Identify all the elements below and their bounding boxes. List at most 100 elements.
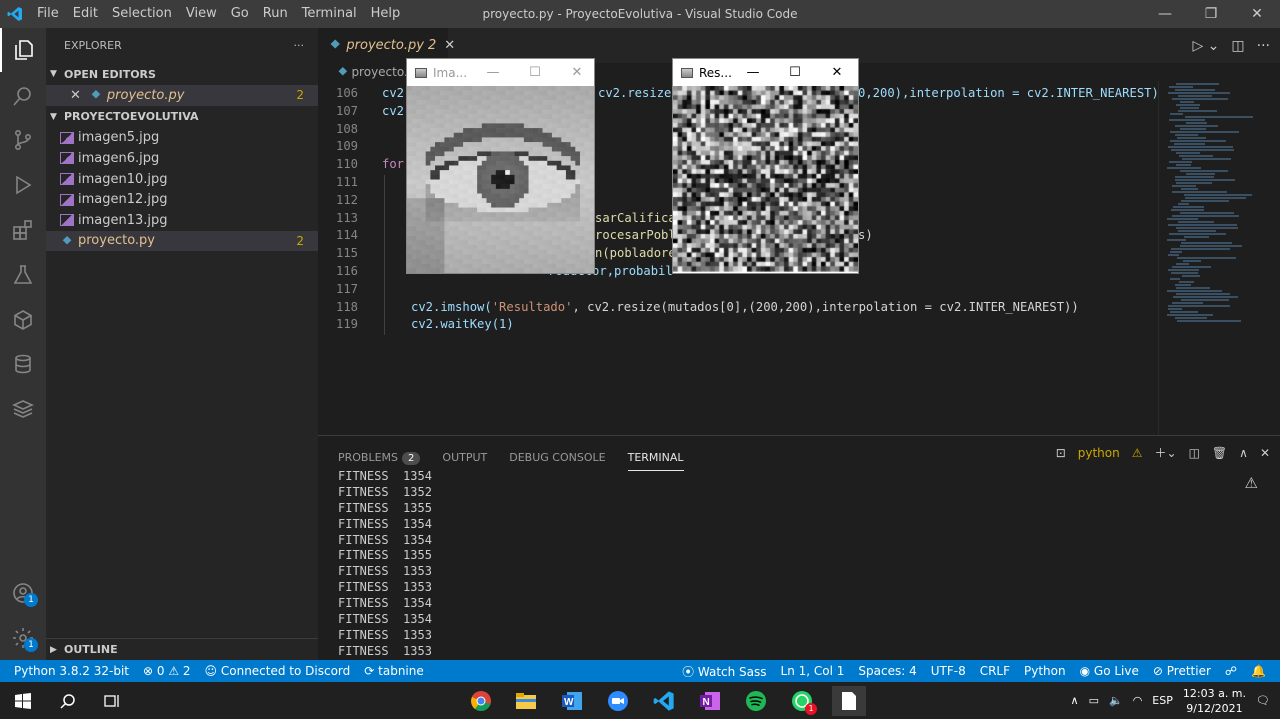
minimap-line (1172, 191, 1227, 193)
settings-gear-icon[interactable]: 1 (0, 616, 46, 660)
menu-terminal[interactable]: Terminal (295, 0, 364, 28)
menu-file[interactable]: File (30, 0, 66, 28)
close-button[interactable]: ✕ (1234, 0, 1280, 28)
explorer-more-icon[interactable]: ··· (294, 39, 305, 52)
image-window-close-button[interactable]: ✕ (556, 59, 598, 86)
whatsapp-icon[interactable]: 1 (787, 686, 817, 716)
source-control-icon[interactable] (0, 118, 46, 162)
maximize-panel-icon[interactable]: ∧ (1239, 446, 1248, 460)
terminal-name[interactable]: python (1078, 446, 1120, 460)
result-window[interactable]: Res... — ☐ ✕ (672, 58, 859, 274)
run-icon[interactable]: ▷ ⌄ (1192, 38, 1219, 54)
result-window-minimize-button[interactable]: — (732, 59, 774, 86)
chrome-icon[interactable] (466, 686, 496, 716)
more-icon[interactable]: ··· (1257, 38, 1270, 54)
windows-start-icon[interactable] (8, 686, 38, 716)
go-live[interactable]: ◉ Go Live (1080, 664, 1139, 678)
maximize-button[interactable]: ❐ (1188, 0, 1234, 28)
file-item[interactable]: imagen5.jpg (46, 128, 318, 149)
battery-icon[interactable]: ▭ (1089, 694, 1099, 707)
terminal-icon[interactable]: ⊡ (1056, 446, 1066, 460)
tab-problems[interactable]: PROBLEMS 2 (338, 451, 421, 465)
accounts-icon[interactable]: 1 (0, 571, 46, 615)
document-icon[interactable] (832, 686, 866, 716)
tray-expand-icon[interactable]: ∧ (1071, 694, 1079, 707)
menu-go[interactable]: Go (224, 0, 256, 28)
cursor-position[interactable]: Ln 1, Col 1 (781, 664, 845, 678)
split-editor-icon[interactable]: ◫ (1231, 38, 1244, 54)
menu-view[interactable]: View (179, 0, 224, 28)
file-item[interactable]: imagen6.jpg (46, 148, 318, 169)
files-icon[interactable] (0, 28, 46, 72)
minimap-line (1167, 239, 1186, 241)
outline-section[interactable]: ▶ OUTLINE (46, 638, 318, 660)
tab-debug-console[interactable]: DEBUG CONSOLE (509, 451, 605, 464)
spotify-icon[interactable] (741, 686, 771, 716)
image-window[interactable]: Ima... — ☐ ✕ (406, 58, 595, 274)
open-editors-section[interactable]: ▼ OPEN EDITORS (46, 63, 318, 85)
file-item-active[interactable]: ⯁ proyecto.py 2 (46, 230, 318, 252)
wifi-icon[interactable]: ◠ (1133, 694, 1143, 707)
tabnine-status[interactable]: ⟳ tabnine (364, 664, 423, 678)
tab-terminal[interactable]: TERMINAL (627, 451, 684, 471)
stack-icon[interactable] (0, 387, 46, 431)
task-view-icon[interactable] (97, 686, 127, 716)
notifications-icon[interactable]: 🔔 (1251, 664, 1266, 678)
vscode-icon[interactable] (649, 686, 679, 716)
feedback-icon[interactable]: ☍ (1225, 664, 1237, 678)
problems-status[interactable]: ⊗ 0 ⚠ 2 (143, 664, 191, 678)
word-icon[interactable]: W (557, 686, 587, 716)
minimize-button[interactable]: — (1142, 0, 1188, 28)
file-item[interactable]: imagen12.jpg (46, 189, 318, 210)
language-mode[interactable]: Python (1024, 664, 1066, 678)
menu-edit[interactable]: Edit (66, 0, 105, 28)
close-tab-icon[interactable]: ✕ (444, 38, 455, 53)
project-section[interactable]: ▼ PROYECTOEVOLUTIVA (46, 106, 318, 128)
discord-status[interactable]: ☺ Connected to Discord (205, 664, 351, 678)
search-icon[interactable] (0, 74, 46, 118)
clock-time: 12:03 a. m. (1182, 686, 1247, 700)
python-interpreter[interactable]: Python 3.8.2 32-bit (14, 664, 129, 678)
minimap-line (1175, 176, 1214, 178)
encoding[interactable]: UTF-8 (931, 664, 966, 678)
zoom-icon[interactable] (603, 686, 633, 716)
image-window-minimize-button[interactable]: — (472, 59, 514, 86)
database-icon[interactable] (0, 342, 46, 386)
volume-icon[interactable]: 🔈 (1109, 694, 1123, 707)
menu-help[interactable]: Help (364, 0, 408, 28)
prettier[interactable]: ⊘ Prettier (1153, 664, 1211, 678)
new-terminal-icon[interactable]: ＋⌄ (1155, 444, 1177, 461)
file-item[interactable]: imagen10.jpg (46, 169, 318, 190)
extensions-icon[interactable] (0, 208, 46, 252)
minimap-line (1175, 89, 1215, 91)
indentation[interactable]: Spaces: 4 (858, 664, 916, 678)
close-panel-icon[interactable]: ✕ (1260, 446, 1270, 460)
file-item[interactable]: imagen13.jpg (46, 210, 318, 231)
menu-selection[interactable]: Selection (105, 0, 179, 28)
result-window-maximize-button[interactable]: ☐ (774, 59, 816, 86)
line-ending[interactable]: CRLF (980, 664, 1010, 678)
file-explorer-icon[interactable] (511, 686, 541, 716)
minimap-line (1176, 263, 1189, 265)
close-editor-icon[interactable]: ✕ (70, 88, 81, 103)
run-debug-icon[interactable] (0, 163, 46, 207)
testing-icon[interactable] (0, 253, 46, 297)
terminal-output[interactable]: FITNESS 1354 FITNESS 1352 FITNESS 1355 FITN… (338, 469, 432, 660)
split-terminal-icon[interactable]: ◫ (1189, 446, 1200, 460)
watch-sass[interactable]: ⦿ Watch Sass (682, 663, 766, 680)
search-icon[interactable] (53, 686, 83, 716)
trash-icon[interactable]: 🗑 (1212, 446, 1227, 460)
remote-explorer-icon[interactable] (0, 298, 46, 342)
terminal-line: FITNESS 1352 (338, 484, 432, 499)
minimap[interactable] (1158, 81, 1280, 435)
minimap-line (1185, 197, 1246, 199)
notification-center-icon[interactable]: 🗨 (1256, 694, 1270, 707)
menu-run[interactable]: Run (256, 0, 295, 28)
onenote-icon[interactable]: N (695, 686, 725, 716)
clock[interactable]: 12:03 a. m. 9/12/2021 (1183, 686, 1246, 716)
language-indicator[interactable]: ESP (1152, 694, 1173, 707)
tab-output[interactable]: OUTPUT (442, 451, 487, 464)
open-editor-item[interactable]: ✕ ⯁ proyecto.py 2 (46, 85, 318, 106)
result-window-close-button[interactable]: ✕ (816, 59, 858, 86)
image-window-maximize-button[interactable]: ☐ (514, 59, 556, 86)
